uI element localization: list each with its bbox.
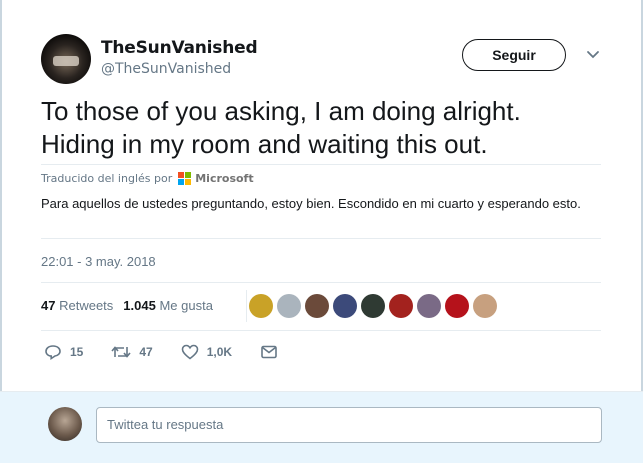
tweet-text-line-2: Hiding in my room and waiting this out. [41,129,488,159]
avatar-glow [53,56,79,66]
author-display-name[interactable]: TheSunVanished [101,38,258,58]
microsoft-logo-icon [178,172,192,185]
translated-text: Para aquellos de ustedes preguntando, es… [41,196,581,211]
heart-icon [181,344,199,360]
translator-name: Microsoft [195,172,254,185]
liker-avatar[interactable] [445,294,469,318]
divider [41,164,601,165]
liker-avatar[interactable] [389,294,413,318]
tweet-text: To those of you asking, I am doing alrig… [41,95,601,161]
retweet-button[interactable]: 47 [111,344,153,360]
reply-count: 15 [70,345,84,359]
likes-stat-label: Me gusta [159,298,213,313]
liker-avatar[interactable] [417,294,441,318]
translation-attribution: Traducido del inglés por Microsoft [41,172,254,185]
divider [41,238,601,239]
current-user-avatar [48,407,82,441]
retweets-stat[interactable]: 47 Retweets [41,298,113,313]
tweet-timestamp[interactable]: 22:01 - 3 may. 2018 [41,254,156,269]
author-handle[interactable]: @TheSunVanished [101,61,231,77]
direct-message-button[interactable] [260,344,278,360]
liker-avatar[interactable] [277,294,301,318]
chevron-down-icon[interactable] [586,50,600,60]
follow-button[interactable]: Seguir [462,39,566,71]
divider [41,330,601,331]
likes-stat[interactable]: 1.045 Me gusta [123,298,213,313]
author-avatar[interactable] [41,34,91,84]
liker-avatars [249,294,497,318]
reply-input[interactable]: Twittea tu respuesta [96,407,602,443]
retweet-icon [111,346,131,358]
divider [41,282,601,283]
liker-avatar[interactable] [305,294,329,318]
liker-avatar[interactable] [249,294,273,318]
likes-stat-count: 1.045 [123,298,156,313]
tweet-stats: 47 Retweets 1.045 Me gusta [41,298,213,313]
like-count: 1,0K [206,345,233,359]
reply-button[interactable]: 15 [44,344,83,360]
tweet-actions: 15 47 1,0K [44,344,306,360]
stats-divider [246,290,247,322]
reply-icon [45,345,61,360]
retweets-stat-count: 47 [41,298,56,313]
translated-from-label: Traducido del inglés por [41,172,173,185]
envelope-icon [261,345,277,359]
liker-avatar[interactable] [473,294,497,318]
retweets-stat-label: Retweets [59,298,114,313]
tweet-text-line-1: To those of you asking, I am doing alrig… [41,96,521,126]
like-button[interactable]: 1,0K [181,344,232,360]
liker-avatar[interactable] [361,294,385,318]
retweet-count: 47 [139,345,153,359]
liker-avatar[interactable] [333,294,357,318]
